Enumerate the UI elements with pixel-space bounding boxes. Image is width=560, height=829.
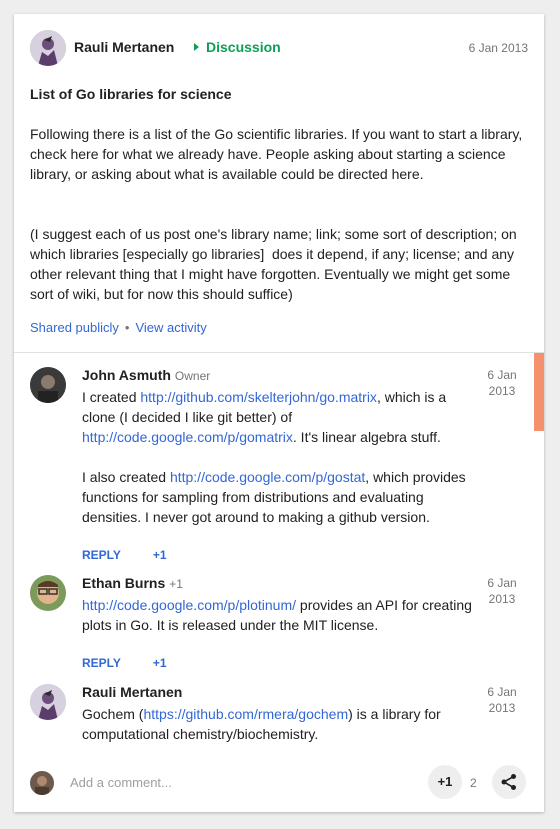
- comment-text: http://code.google.com/p/plotinum/ provi…: [82, 595, 476, 635]
- view-activity-link[interactable]: View activity: [135, 320, 206, 335]
- comment-text-segment: Gochem (: [82, 706, 144, 722]
- plus-one-badge: +1: [169, 577, 183, 591]
- comment-date[interactable]: 6 Jan 2013: [482, 684, 522, 716]
- comment-header: Ethan Burns +1: [82, 575, 183, 591]
- post-body: List of Go libraries for science Followi…: [30, 84, 528, 304]
- comment-actions: REPLY +1: [82, 548, 199, 562]
- commenter-name[interactable]: John Asmuth: [82, 367, 171, 383]
- comment-link[interactable]: http://code.google.com/p/gomatrix: [82, 429, 293, 445]
- post-header: Rauli Mertanen Discussion 6 Jan 2013: [30, 30, 528, 66]
- comment-date-line1: 6 Jan: [487, 368, 517, 382]
- author-avatar[interactable]: [30, 30, 66, 66]
- plus-one-post-button[interactable]: +1: [428, 765, 462, 799]
- commenter-avatar[interactable]: [30, 367, 66, 403]
- comment-text-segment: . It's linear algebra stuff.: [292, 429, 441, 445]
- comment-footer: Add a comment... +1 2: [14, 753, 544, 812]
- comment-link[interactable]: http://code.google.com/p/plotinum/: [82, 597, 296, 613]
- plus-one-button[interactable]: +1: [153, 656, 167, 670]
- post-paragraph-2: (I suggest each of us post one's library…: [30, 226, 521, 302]
- comment-text: Gochem (https://github.com/rmera/gochem)…: [82, 704, 476, 744]
- comment-actions: REPLY +1: [82, 656, 199, 670]
- commenter-avatar[interactable]: [30, 684, 66, 720]
- shared-publicly-link[interactable]: Shared publicly: [30, 320, 119, 335]
- meta-separator: •: [124, 320, 130, 335]
- plus-one-button[interactable]: +1: [153, 548, 167, 562]
- post-paragraph-1: Following there is a list of the Go scie…: [30, 126, 527, 182]
- comment-date-line2: 2013: [488, 701, 516, 715]
- comment-text: I created http://github.com/skelterjohn/…: [82, 387, 476, 527]
- share-icon: [501, 774, 516, 790]
- current-user-avatar: [30, 771, 54, 795]
- comment-link[interactable]: http://github.com/skelterjohn/go.matrix: [140, 389, 377, 405]
- arrow-right-icon: [194, 43, 199, 51]
- add-comment-input[interactable]: Add a comment...: [70, 775, 172, 790]
- reply-button[interactable]: REPLY: [82, 548, 121, 562]
- comment-date-line2: 2013: [488, 384, 516, 398]
- comments-list[interactable]: John Asmuth Owner 6 Jan 2013 I created ht…: [14, 353, 544, 753]
- comment-link[interactable]: http://code.google.com/p/gostat: [170, 469, 365, 485]
- post-date[interactable]: 6 Jan 2013: [469, 41, 528, 55]
- post-title: List of Go libraries for science: [30, 86, 232, 102]
- commenter-avatar[interactable]: [30, 575, 66, 611]
- comment-header: John Asmuth Owner: [82, 367, 210, 383]
- commenter-name[interactable]: Ethan Burns: [82, 575, 165, 591]
- comment-date-line1: 6 Jan: [487, 685, 517, 699]
- comment-text-segment: I created: [82, 389, 141, 405]
- plus-one-count: 2: [470, 776, 477, 790]
- reply-button[interactable]: REPLY: [82, 656, 121, 670]
- post-meta: Shared publicly • View activity: [30, 320, 207, 335]
- community-category-link[interactable]: Discussion: [206, 39, 281, 55]
- comments-scrollbar[interactable]: [534, 353, 544, 753]
- comment-date[interactable]: 6 Jan 2013: [482, 575, 522, 607]
- commenter-name[interactable]: Rauli Mertanen: [82, 684, 182, 700]
- comment-header: Rauli Mertanen: [82, 684, 182, 700]
- comment-date-line2: 2013: [488, 592, 516, 606]
- post-card: Rauli Mertanen Discussion 6 Jan 2013 Lis…: [14, 14, 544, 812]
- comment-date[interactable]: 6 Jan 2013: [482, 367, 522, 399]
- comment-link[interactable]: https://github.com/rmera/gochem: [143, 706, 348, 722]
- comment-text-segment: I also created: [82, 469, 170, 485]
- post-author-name[interactable]: Rauli Mertanen: [74, 39, 174, 55]
- comment-date-line1: 6 Jan: [487, 576, 517, 590]
- owner-badge: Owner: [174, 369, 211, 383]
- share-button[interactable]: [492, 765, 526, 799]
- scrollbar-thumb[interactable]: [534, 353, 544, 431]
